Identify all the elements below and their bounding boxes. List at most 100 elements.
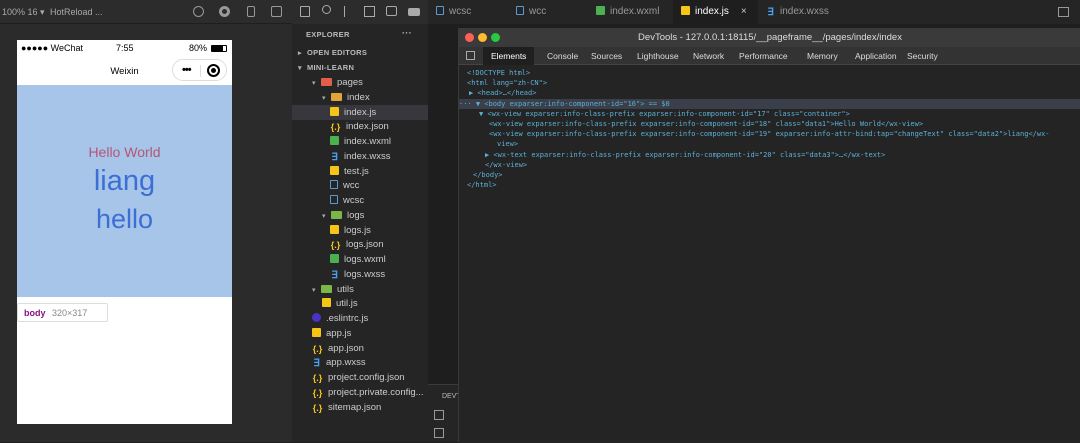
docker-icon[interactable] xyxy=(408,8,420,16)
js-file-icon xyxy=(330,224,339,234)
devtools-tab-lighthouse[interactable]: Lighthouse xyxy=(629,47,687,65)
tree-item-label: .eslintrc.js xyxy=(326,313,369,324)
tree-item[interactable]: {.} project.private.config... xyxy=(292,385,428,400)
zoom-select[interactable]: 100% 16 ▾ xyxy=(2,7,45,18)
dom-node-line[interactable]: <wx-view exparser:info-class-prefix expa… xyxy=(459,119,1080,129)
tree-item[interactable]: wcc xyxy=(292,178,428,193)
dom-node-text: </body> xyxy=(473,171,503,179)
elements-tree[interactable]: <!DOCTYPE html> <html lang="zh-CN"> ▶ <hea… xyxy=(459,65,1080,443)
tree-item[interactable]: test.js xyxy=(292,164,428,179)
chevron-down-icon[interactable]: ▾ xyxy=(312,283,321,298)
remote-icon[interactable] xyxy=(386,6,397,16)
dom-node-text: </wx-view> xyxy=(485,160,528,169)
tree-item[interactable]: ▾ pages xyxy=(292,75,428,90)
tree-item[interactable]: {.} project.config.json xyxy=(292,370,428,385)
devtools-tab-memory[interactable]: Memory xyxy=(799,47,846,65)
tab-index-wxss[interactable]: ∃ index.wxss xyxy=(758,0,848,24)
chevron-down-icon[interactable]: ▾ xyxy=(312,76,321,91)
devtools-tab-elements[interactable]: Elements xyxy=(483,47,535,65)
phone-icon[interactable] xyxy=(247,6,255,17)
tree-item[interactable]: logs.js xyxy=(292,223,428,238)
tree-item[interactable]: index.wxml xyxy=(292,134,428,149)
tree-item[interactable]: ∃ logs.wxss xyxy=(292,267,428,282)
tree-item-label: logs.json xyxy=(346,239,384,251)
tree-item[interactable]: ▾ logs xyxy=(292,208,428,223)
extensions-icon[interactable] xyxy=(364,6,375,17)
dom-node-line[interactable]: </html> xyxy=(459,180,1080,190)
dom-node-line[interactable]: ▶ <head>…</head> xyxy=(459,88,1080,98)
devtools-tab-console[interactable]: Console xyxy=(539,47,586,65)
minimize-window-icon[interactable] xyxy=(478,33,487,42)
dom-node-text: <wx-view exparser:info-class-prefix expa… xyxy=(489,130,1050,139)
more-icon[interactable]: ••• xyxy=(182,64,192,76)
source-control-icon[interactable] xyxy=(344,6,352,17)
close-window-icon[interactable] xyxy=(465,33,474,42)
dom-node-line[interactable]: ▶ <wx-text exparser:info-class-prefix ex… xyxy=(459,150,1080,160)
devtools-tab-sources[interactable]: Sources xyxy=(583,47,630,65)
dom-node-line[interactable]: ▼ <wx-view exparser:info-class-prefix ex… xyxy=(459,109,1080,119)
tree-item-label: index.wxml xyxy=(344,136,391,147)
device-icon[interactable] xyxy=(434,428,444,438)
tree-item[interactable]: ▾ utils xyxy=(292,282,428,297)
tree-item[interactable]: index.js xyxy=(292,104,428,120)
js-file-icon xyxy=(322,298,331,308)
tree-item[interactable]: util.js xyxy=(292,296,428,311)
project-section[interactable]: ▾ MINI-LEARN xyxy=(298,63,354,72)
tree-item[interactable]: ∃ index.wxss xyxy=(292,149,428,164)
tree-item[interactable]: {.} app.json xyxy=(292,341,428,356)
wxml-file-icon xyxy=(330,136,339,145)
chevron-down-icon[interactable]: ▾ xyxy=(322,91,331,106)
search-icon[interactable] xyxy=(322,5,331,14)
hot-reload-label[interactable]: HotReload ... xyxy=(50,7,103,17)
dom-node-line[interactable]: <html lang="zh-CN"> xyxy=(459,78,1080,88)
dom-node-line[interactable]: view> xyxy=(459,139,1080,149)
dom-node-text: ▼ <wx-view exparser:info-class-prefix ex… xyxy=(479,109,850,118)
devtools-tabbar: Elements Console Sources Lighthouse Network P… xyxy=(459,47,1080,65)
tree-item[interactable]: {.} sitemap.json xyxy=(292,400,428,415)
chevron-down-icon[interactable]: ▾ xyxy=(322,209,331,224)
tree-item[interactable]: logs.wxml xyxy=(292,252,428,267)
dom-node-line[interactable]: </body> xyxy=(459,170,1080,180)
tree-item[interactable]: {.} logs.json xyxy=(292,237,428,252)
split-editor-icon[interactable] xyxy=(1058,7,1069,17)
tree-item[interactable]: app.js xyxy=(292,326,428,341)
tab-index-js[interactable]: index.js × xyxy=(673,0,758,24)
devtools-tab-security[interactable]: Security xyxy=(899,47,946,65)
tree-item-label: project.private.config... xyxy=(328,386,424,398)
tree-item-label: index.js xyxy=(344,106,377,118)
tab-wcsc[interactable]: wcsc xyxy=(428,0,508,24)
tab-index-wxml[interactable]: index.wxml xyxy=(588,0,673,24)
capsule-menu[interactable]: ••• xyxy=(172,59,227,81)
tree-item-label: pages xyxy=(337,77,363,88)
inspect-element-icon[interactable] xyxy=(466,51,475,60)
devtools-tab-network[interactable]: Network xyxy=(685,47,732,65)
tab-wcc[interactable]: wcc xyxy=(508,0,588,24)
tree-item[interactable]: {.} index.json xyxy=(292,119,428,134)
open-editors-section[interactable]: ▸ OPEN EDITORS xyxy=(298,48,367,57)
close-mini-program-icon[interactable] xyxy=(207,64,220,77)
devtools-tab-application[interactable]: Application xyxy=(847,47,905,65)
record-icon[interactable] xyxy=(219,6,230,17)
tree-item-label: app.js xyxy=(326,327,352,339)
maximize-window-icon[interactable] xyxy=(491,33,500,42)
rotate-icon[interactable] xyxy=(193,6,204,17)
devtools-titlebar: DevTools - 127.0.0.1:18115/__pageframe__… xyxy=(459,29,1080,47)
explorer-panel: EXPLORER ··· ▸ OPEN EDITORS ▾ MINI-LEARN ▾… xyxy=(292,24,428,442)
dom-node-line[interactable]: <!DOCTYPE html> xyxy=(459,68,1080,78)
dom-node-line[interactable]: ··· ▼ <body exparser:info-component-id="… xyxy=(459,98,1080,109)
tree-item[interactable]: ∃ app.wxss xyxy=(292,355,428,370)
files-icon[interactable] xyxy=(300,6,310,17)
explorer-more-button[interactable]: ··· xyxy=(402,28,412,38)
tree-item[interactable]: .eslintrc.js xyxy=(292,311,428,326)
screenshot-icon[interactable] xyxy=(271,6,282,17)
dom-node-text: view> xyxy=(497,140,519,149)
dom-node-line[interactable]: <wx-view exparser:info-class-prefix expa… xyxy=(459,129,1080,139)
tree-item-label: util.js xyxy=(336,298,358,310)
inspect-icon[interactable] xyxy=(434,410,444,420)
tab-close-icon[interactable]: × xyxy=(741,6,747,17)
devtools-tab-performance[interactable]: Performance xyxy=(731,47,796,65)
data2-text[interactable]: liang xyxy=(17,165,232,198)
dom-node-line[interactable]: </wx-view> xyxy=(459,160,1080,170)
tree-item[interactable]: wcsc xyxy=(292,193,428,208)
tree-item[interactable]: ▾ index xyxy=(292,90,428,105)
